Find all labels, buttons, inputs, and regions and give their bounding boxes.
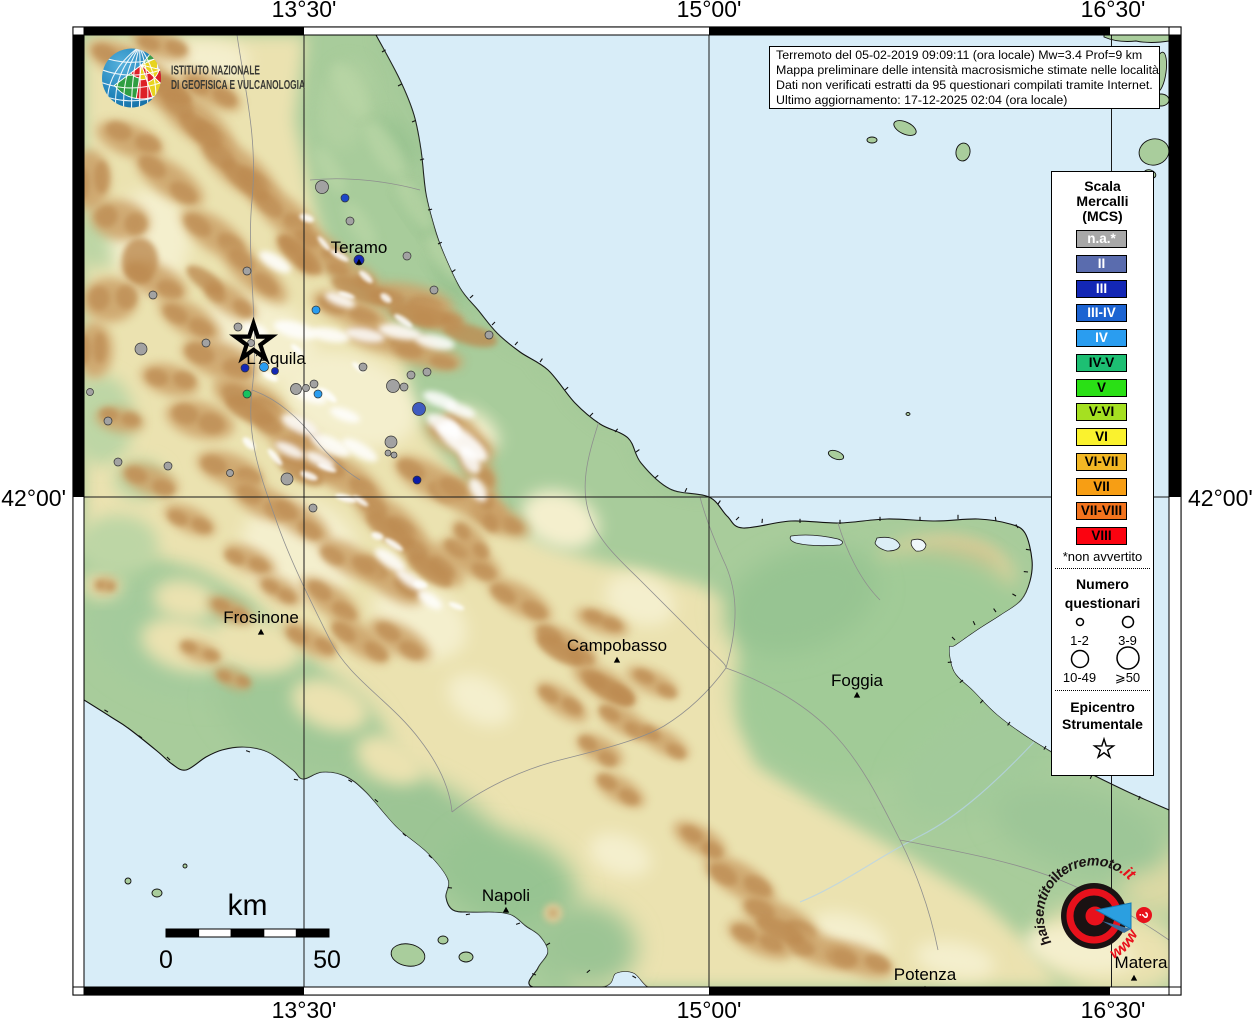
svg-text:DI GEOFISICA E VULCANOLOGIA: DI GEOFISICA E VULCANOLOGIA (171, 77, 305, 92)
svg-text:50: 50 (313, 946, 341, 974)
svg-text:L’Aquila: L’Aquila (246, 349, 306, 368)
svg-text:km: km (228, 889, 268, 922)
svg-text:?: ? (1137, 911, 1151, 918)
svg-text:0: 0 (159, 946, 173, 974)
svg-text:Napoli: Napoli (482, 886, 530, 905)
svg-text:ISTITUTO NAZIONALE: ISTITUTO NAZIONALE (171, 63, 260, 78)
svg-text:Potenza: Potenza (894, 965, 957, 984)
svg-text:Foggia: Foggia (831, 671, 884, 690)
svg-text:Teramo: Teramo (331, 238, 388, 257)
svg-text:Campobasso: Campobasso (567, 636, 667, 655)
svg-text:Frosinone: Frosinone (223, 608, 299, 627)
